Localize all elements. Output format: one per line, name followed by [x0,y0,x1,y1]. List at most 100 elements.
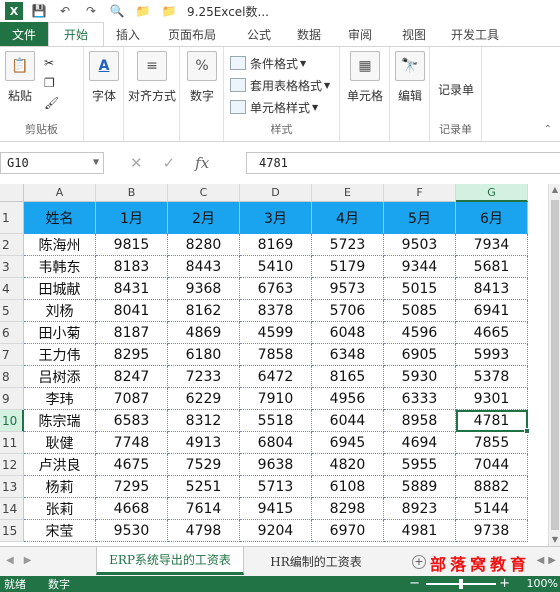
name-cell[interactable]: 陈海州 [24,234,96,256]
excel-logo-icon[interactable]: X [5,2,23,20]
value-cell[interactable]: 8312 [168,410,240,432]
value-cell[interactable]: 5410 [240,256,312,278]
add-sheet-icon[interactable]: + [412,555,426,569]
cut-icon[interactable]: ✂ [44,53,54,73]
cell-styles-button[interactable]: 单元格样式 ▼ [230,97,318,117]
value-cell[interactable]: 5930 [384,366,456,388]
zoom-in-icon[interactable]: + [499,576,510,592]
value-cell[interactable]: 5179 [312,256,384,278]
value-cell[interactable]: 9301 [456,388,528,410]
zoom-slider[interactable] [426,579,496,589]
value-cell[interactable]: 8165 [312,366,384,388]
format-as-table-button[interactable]: 套用表格格式 ▼ [230,75,330,95]
undo-icon[interactable]: ↶ [55,2,75,20]
row-header[interactable]: 8 [0,366,24,388]
print-preview-icon[interactable]: 🔍 [107,2,127,20]
tab-view[interactable]: 视图 [388,22,440,46]
formula-input[interactable]: 4781 [246,152,560,174]
name-cell[interactable]: 李玮 [24,388,96,410]
cancel-icon[interactable]: ✕ [130,154,143,172]
name-cell[interactable]: 王力伟 [24,344,96,366]
redo-icon[interactable]: ↷ [81,2,101,20]
select-all-corner[interactable] [0,184,24,202]
name-cell[interactable]: 宋莹 [24,520,96,542]
row-header[interactable]: 1 [0,202,24,234]
value-cell[interactable]: 9368 [168,278,240,300]
worksheet-grid[interactable]: A B C D E F G 1 2 3 4 5 6 7 8 9 10 11 12 13 14 15 姓名 1月 2月 3月 4月 5月… [0,184,548,546]
value-cell[interactable]: 7233 [168,366,240,388]
name-cell[interactable]: 杨莉 [24,476,96,498]
value-cell[interactable]: 5251 [168,476,240,498]
value-cell[interactable]: 6108 [312,476,384,498]
column-header[interactable]: A [24,184,96,202]
scroll-right-icon[interactable]: ▶ [548,555,556,566]
row-header[interactable]: 13 [0,476,24,498]
value-cell[interactable]: 4869 [168,322,240,344]
value-cell[interactable]: 9530 [96,520,168,542]
tab-formulas[interactable]: 公式 [232,22,286,46]
value-cell[interactable]: 4820 [312,454,384,476]
value-cell[interactable]: 6048 [312,322,384,344]
value-cell[interactable]: 6229 [168,388,240,410]
insert-function-icon[interactable]: fx [195,154,209,172]
name-cell[interactable]: 韦韩东 [24,256,96,278]
value-cell[interactable]: 6804 [240,432,312,454]
cells-button[interactable]: ▦ 单元格 [340,51,390,104]
value-cell[interactable]: 6941 [456,300,528,322]
value-cell[interactable]: 9573 [312,278,384,300]
value-cell[interactable]: 7934 [456,234,528,256]
sheet-prev-icon[interactable]: ◀ [6,555,14,566]
value-cell[interactable]: 8162 [168,300,240,322]
row-header[interactable]: 9 [0,388,24,410]
paste-button[interactable]: 📋 粘贴 [2,51,38,104]
name-cell[interactable]: 吕树添 [24,366,96,388]
value-cell[interactable]: 5378 [456,366,528,388]
name-cell[interactable]: 田城献 [24,278,96,300]
scroll-down-icon[interactable]: ▼ [549,534,560,546]
value-cell[interactable]: 9503 [384,234,456,256]
value-cell[interactable]: 8378 [240,300,312,322]
vertical-scrollbar[interactable]: ▲ ▼ [548,184,560,546]
fill-handle[interactable] [524,428,530,434]
confirm-icon[interactable]: ✓ [163,154,176,172]
value-cell[interactable]: 8041 [96,300,168,322]
name-cell[interactable]: 卢洪良 [24,454,96,476]
value-cell[interactable]: 9204 [240,520,312,542]
header-cell[interactable]: 2月 [168,202,240,234]
value-cell[interactable]: 5993 [456,344,528,366]
column-header[interactable]: G [456,184,528,202]
value-cell[interactable]: 6044 [312,410,384,432]
value-cell[interactable]: 5713 [240,476,312,498]
scroll-left-icon[interactable]: ◀ [537,555,545,566]
value-cell[interactable]: 9815 [96,234,168,256]
row-header[interactable]: 6 [0,322,24,344]
tab-page-layout[interactable]: 页面布局 [152,22,232,46]
value-cell[interactable]: 5723 [312,234,384,256]
value-cell[interactable]: 7858 [240,344,312,366]
scrollbar-thumb[interactable] [551,200,559,530]
name-cell[interactable]: 田小菊 [24,322,96,344]
value-cell[interactable]: 6763 [240,278,312,300]
name-cell[interactable]: 刘杨 [24,300,96,322]
header-cell[interactable]: 姓名 [24,202,96,234]
value-cell[interactable]: 4956 [312,388,384,410]
value-cell[interactable]: 9738 [456,520,528,542]
alignment-button[interactable]: ≡ 对齐方式 [126,51,178,104]
row-header[interactable]: 11 [0,432,24,454]
value-cell[interactable]: 4599 [240,322,312,344]
row-header[interactable]: 4 [0,278,24,300]
value-cell[interactable]: 5085 [384,300,456,322]
row-header[interactable]: 3 [0,256,24,278]
value-cell[interactable]: 8298 [312,498,384,520]
value-cell[interactable]: 8958 [384,410,456,432]
value-cell[interactable]: 8183 [96,256,168,278]
value-cell[interactable]: 7087 [96,388,168,410]
chevron-down-icon[interactable]: ▼ [93,153,99,173]
value-cell[interactable]: 9638 [240,454,312,476]
tab-home[interactable]: 开始 [48,22,104,46]
value-cell[interactable]: 5015 [384,278,456,300]
value-cell[interactable]: 6180 [168,344,240,366]
number-button[interactable]: % 数字 [180,51,224,104]
value-cell[interactable]: 8413 [456,278,528,300]
value-cell[interactable]: 8431 [96,278,168,300]
